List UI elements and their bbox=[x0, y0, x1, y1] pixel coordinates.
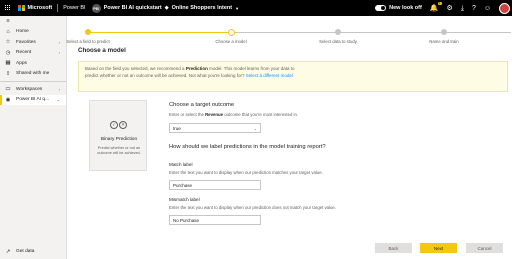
breadcrumb: PB Power BI AI quickstart ◆ Online Shopp… bbox=[91, 3, 239, 13]
sidebar-item-favorites[interactable]: ☆ Favorites › bbox=[0, 37, 66, 48]
star-icon: ☆ bbox=[5, 39, 11, 46]
apps-icon: ▦ bbox=[5, 60, 11, 67]
share-icon: ⇪ bbox=[5, 70, 11, 77]
toggle-switch[interactable] bbox=[375, 5, 387, 11]
home-icon: ⌂ bbox=[6, 28, 10, 35]
breadcrumb-item[interactable]: Online Shoppers Intent bbox=[172, 5, 233, 11]
microsoft-logo-icon bbox=[18, 4, 25, 12]
notification-badge: 1 bbox=[437, 0, 442, 5]
target-outcome-value: true bbox=[173, 125, 181, 131]
label-predictions-title: How should we label predictions in the m… bbox=[169, 144, 326, 150]
model-name: Binary Prediction bbox=[100, 137, 138, 142]
download-icon[interactable]: ⤓ bbox=[461, 5, 464, 12]
divider bbox=[0, 81, 66, 82]
top-bar: Microsoft Power BI PB Power BI AI quicks… bbox=[0, 0, 512, 16]
workspaces-icon: ▭ bbox=[5, 86, 11, 93]
target-outcome-hint: Enter or select the Revenue outcome that… bbox=[169, 112, 299, 117]
workspace-avatar: PB bbox=[91, 3, 101, 13]
mismatch-label-input[interactable]: No Purchase bbox=[169, 215, 261, 225]
recommendation-banner: Based on the field you selected, we reco… bbox=[78, 61, 508, 92]
model-card-binary-prediction[interactable]: ✓ ✕ Binary Prediction Predict whether or … bbox=[89, 100, 147, 171]
gear-icon[interactable]: ⚙ bbox=[447, 5, 453, 12]
chevron-right-icon: › bbox=[58, 86, 60, 92]
hamburger-icon: ≡ bbox=[6, 18, 10, 25]
page-title: Choose a model bbox=[78, 47, 126, 54]
wizard-stepper: Select a field to predict Choose a model… bbox=[66, 26, 511, 48]
microsoft-brand: Microsoft bbox=[27, 5, 53, 11]
step-label: Select a field to predict bbox=[66, 39, 110, 44]
back-button[interactable]: Back bbox=[375, 243, 412, 253]
target-outcome-select[interactable]: true ⌄ bbox=[169, 123, 261, 133]
cancel-button[interactable]: Cancel bbox=[466, 243, 503, 253]
step-label: Select data to study bbox=[319, 39, 357, 44]
bell-icon[interactable]: 🔔 1 bbox=[430, 0, 442, 12]
chevron-down-icon: ⌄ bbox=[253, 125, 257, 131]
get-data-icon: ↗ bbox=[5, 248, 11, 255]
next-button[interactable]: Next bbox=[420, 243, 457, 253]
smiley-icon[interactable]: ☺ bbox=[484, 5, 491, 12]
step-dot bbox=[441, 29, 447, 35]
sidebar-item-apps[interactable]: ▦ Apps bbox=[0, 58, 66, 69]
sidebar-item-label: Apps bbox=[16, 60, 27, 66]
chevron-down-icon[interactable]: ▼ bbox=[235, 6, 239, 11]
sidebar-item-label: Recent bbox=[16, 50, 32, 56]
mismatch-label-hint: Enter the text you want to display when … bbox=[169, 205, 336, 210]
sidebar-item-label: Workspaces bbox=[16, 86, 43, 92]
sidebar-item-shared[interactable]: ⇪ Shared with me bbox=[0, 69, 66, 80]
sidebar-item-home[interactable]: ⌂ Home bbox=[0, 27, 66, 38]
main-content: Select a field to predict Choose a model… bbox=[66, 16, 512, 259]
step-connector bbox=[231, 31, 511, 33]
info-text: Based on the field you selected, we reco… bbox=[85, 66, 186, 71]
info-model-type: Prediction bbox=[185, 66, 208, 71]
select-different-model-link[interactable]: Select a different model bbox=[246, 73, 293, 78]
sidebar-item-label: Home bbox=[16, 29, 29, 35]
divider bbox=[57, 4, 59, 12]
binary-prediction-icon: ✓ ✕ bbox=[110, 121, 127, 129]
chevron-right-icon: › bbox=[58, 39, 60, 45]
sidebar-item-label: Shared with me bbox=[16, 71, 50, 77]
breadcrumb-workspace[interactable]: Power BI AI quickstart bbox=[104, 5, 162, 11]
step-label: Choose a model bbox=[215, 39, 247, 44]
info-text: model. This model learns from your data … bbox=[207, 66, 295, 71]
mismatch-label-title: Mismatch label bbox=[169, 197, 200, 202]
avatar[interactable] bbox=[499, 2, 510, 14]
chevron-right-icon: › bbox=[58, 50, 60, 56]
new-look-toggle[interactable]: New look off bbox=[375, 5, 422, 11]
workspace-icon: ◉ bbox=[5, 96, 11, 103]
sidebar-item-workspaces[interactable]: ▭ Workspaces › bbox=[0, 84, 66, 95]
step-connector bbox=[88, 31, 228, 33]
app-launcher-icon[interactable] bbox=[0, 0, 16, 16]
new-look-label: New look off bbox=[389, 5, 422, 11]
match-label-hint: Enter the text you want to display when … bbox=[169, 170, 323, 175]
sidebar: ≡ ⌂ Home ☆ Favorites › ◷ Recent › ▦ Apps ⇪ Shar… bbox=[0, 16, 67, 259]
product-name[interactable]: Power BI bbox=[63, 5, 85, 11]
clock-icon: ◷ bbox=[5, 49, 11, 56]
sidebar-item-label: Power BI AI q... bbox=[16, 97, 50, 103]
help-icon[interactable]: ? bbox=[472, 5, 476, 12]
match-label-value: Purchase bbox=[173, 182, 193, 188]
step-dot bbox=[335, 29, 341, 35]
sidebar-item-get-data[interactable]: ↗ Get data bbox=[0, 247, 67, 258]
step-label: Name and train bbox=[429, 39, 459, 44]
chevron-down-icon: ⌄ bbox=[56, 97, 60, 103]
sidebar-item-label: Favorites bbox=[16, 39, 36, 45]
step-dot-current bbox=[228, 28, 235, 36]
sidebar-item-label: Get data bbox=[16, 249, 35, 255]
sidebar-collapse-button[interactable]: ≡ bbox=[0, 16, 66, 27]
step-dot-done bbox=[85, 29, 91, 35]
info-text: predict whether or not an outcome will b… bbox=[85, 72, 246, 78]
match-label-title: Match label bbox=[169, 162, 193, 167]
match-label-input[interactable]: Purchase bbox=[169, 180, 261, 190]
target-outcome-title: Choose a target outcome bbox=[169, 102, 235, 108]
sidebar-item-recent[interactable]: ◷ Recent › bbox=[0, 48, 66, 59]
mismatch-label-value: No Purchase bbox=[173, 217, 200, 223]
sidebar-item-current-workspace[interactable]: ◉ Power BI AI q... ⌄ bbox=[0, 94, 66, 105]
model-description: Predict whether or not an outcome will b… bbox=[97, 146, 141, 155]
top-right-controls: New look off 🔔 1 ⚙ ⤓ ? ☺ bbox=[375, 0, 510, 16]
dataflow-icon: ◆ bbox=[164, 5, 169, 11]
